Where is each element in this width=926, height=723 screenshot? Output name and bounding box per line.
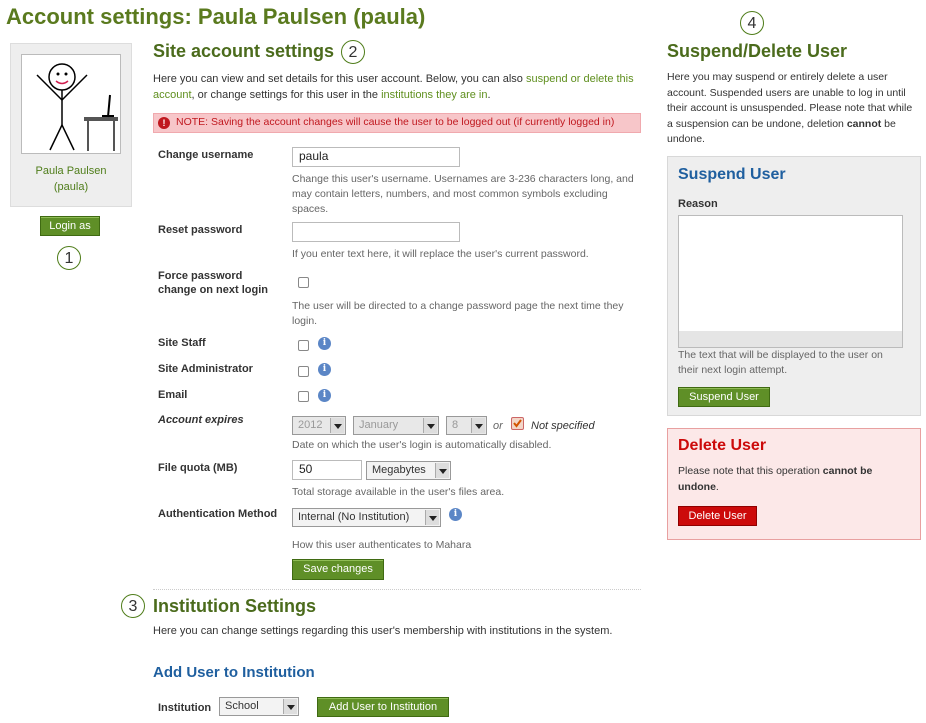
logout-notice: ! NOTE: Saving the account changes will … (153, 113, 641, 133)
add-user-to-institution-button[interactable]: Add User to Institution (317, 697, 449, 717)
marker-3: 3 (121, 594, 145, 618)
site-admin-label: Site Administrator (158, 363, 253, 375)
reset-password-label: Reset password (158, 224, 243, 236)
resize-handle[interactable] (679, 331, 902, 347)
auth-method-help: How this user authenticates to Mahara (292, 539, 472, 551)
file-quota-label: File quota (MB) (158, 462, 238, 474)
not-specified-checkbox[interactable] (511, 417, 524, 430)
expires-month-select[interactable]: January (353, 416, 439, 435)
auth-method-label: Authentication Method (158, 508, 278, 520)
notice-text: NOTE: Saving the account changes will ca… (176, 116, 615, 128)
file-quota-input[interactable]: 50 (292, 460, 362, 480)
site-account-intro: Here you can view and set details for th… (153, 73, 634, 101)
reason-textarea[interactable] (678, 215, 903, 348)
file-quota-unit-select[interactable]: Megabytes (366, 461, 451, 480)
profile-card: Paula Paulsen (paula) (10, 43, 132, 207)
auth-method-select[interactable]: Internal (No Institution) (292, 508, 441, 527)
suspend-delete-intro: Here you may suspend or entirely delete … (667, 71, 913, 145)
expires-help: Date on which the user's login is automa… (292, 439, 552, 451)
reason-help: The text that will be displayed to the u… (678, 349, 883, 376)
username-help: Change this user's username. Usernames a… (292, 173, 634, 215)
info-icon[interactable]: i (318, 389, 331, 402)
profile-username[interactable]: (paula) (11, 181, 131, 193)
institution-intro: Here you can change settings regarding t… (153, 625, 613, 637)
warning-icon: ! (158, 117, 170, 129)
email-checkbox[interactable] (298, 391, 309, 402)
info-icon[interactable]: i (318, 337, 331, 350)
site-account-heading: Site account settings (153, 41, 335, 61)
institutions-link[interactable]: institutions they are in (381, 89, 487, 101)
expires-or-text: or (493, 420, 503, 432)
institution-heading: Institution Settings (153, 596, 316, 616)
info-icon[interactable]: i (449, 508, 462, 521)
reset-password-help: If you enter text here, it will replace … (292, 248, 589, 260)
reason-label: Reason (678, 198, 718, 210)
suspend-user-heading: Suspend User (678, 166, 786, 183)
site-staff-checkbox[interactable] (298, 340, 309, 351)
profile-name[interactable]: Paula Paulsen (11, 165, 131, 177)
delete-user-text: Please note that this operation cannot b… (678, 465, 873, 493)
not-specified-label: Not specified (531, 420, 595, 432)
save-changes-button[interactable]: Save changes (292, 559, 384, 580)
email-label: Email (158, 389, 188, 401)
page-title: Account settings: Paula Paulsen (paula) (6, 4, 426, 29)
file-quota-help: Total storage available in the user's fi… (292, 486, 505, 498)
marker-2: 2 (341, 40, 365, 64)
force-password-label: Force password change on next login (158, 270, 269, 296)
avatar (21, 54, 121, 154)
site-admin-checkbox[interactable] (298, 366, 309, 377)
marker-1: 1 (57, 246, 81, 270)
suspend-user-button[interactable]: Suspend User (678, 387, 770, 407)
delete-user-heading: Delete User (678, 437, 767, 454)
expires-day-select[interactable]: 8 (446, 416, 487, 435)
info-icon[interactable]: i (318, 363, 331, 376)
checkmark-icon (513, 419, 522, 428)
stick-figure-icon (36, 63, 118, 151)
suspend-delete-heading: Suspend/Delete User (667, 41, 848, 61)
force-password-help: The user will be directed to a change pa… (292, 300, 624, 327)
reset-password-input[interactable] (292, 222, 460, 242)
login-as-button[interactable]: Login as (40, 216, 100, 236)
force-password-checkbox[interactable] (298, 277, 309, 288)
site-staff-label: Site Staff (158, 337, 206, 349)
institution-label: Institution (158, 702, 212, 714)
marker-4: 4 (740, 11, 764, 35)
add-user-institution-heading: Add User to Institution (153, 664, 315, 681)
username-input[interactable]: paula (292, 147, 460, 167)
username-label: Change username (158, 149, 254, 161)
delete-user-button[interactable]: Delete User (678, 506, 757, 526)
institution-select[interactable]: School (219, 697, 299, 716)
account-expires-label: Account expires (158, 414, 244, 426)
expires-year-select[interactable]: 2012 (292, 416, 346, 435)
section-divider (153, 589, 641, 590)
